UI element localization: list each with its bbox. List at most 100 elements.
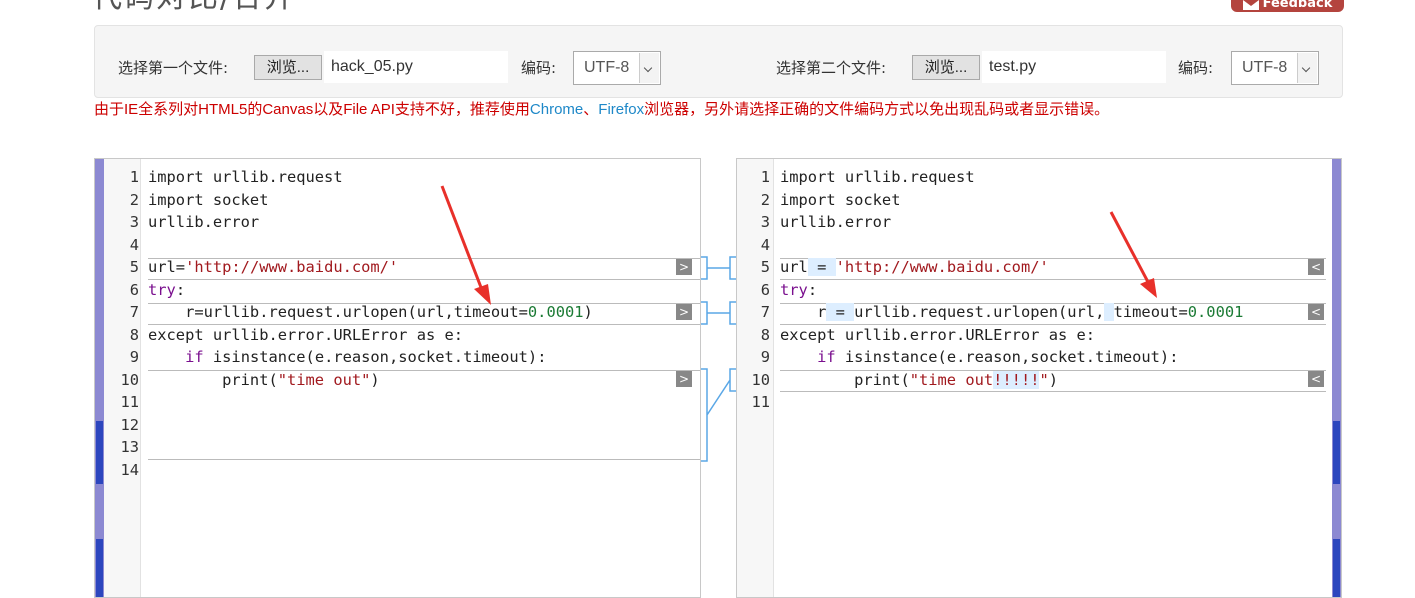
line-number: 5	[760, 258, 770, 276]
code-token: timeout=	[1113, 303, 1188, 321]
code-line: url='http://www.baidu.com/'	[148, 256, 398, 279]
line-number: 14	[120, 460, 139, 479]
firefox-link[interactable]: Firefox	[598, 101, 644, 118]
line-number: 4	[760, 235, 770, 254]
diff-connector	[701, 256, 736, 280]
inserted-text: !!!!!	[993, 370, 1040, 389]
code-token: 0.0001	[1187, 303, 1244, 321]
code-token: "	[1039, 370, 1049, 389]
file2-filename[interactable]: test.py	[982, 51, 1166, 83]
code-token: try	[148, 280, 176, 299]
right-code-pane[interactable]: 1 2 3 4 5 6 7 8 9 10 11 import urllib.re…	[736, 158, 1342, 598]
line-number: 1	[760, 168, 770, 186]
code-line: import urllib.request	[780, 168, 975, 186]
file1-filename[interactable]: hack_05.py	[324, 51, 508, 83]
browser-notice: 由于IE全系列对HTML5的Canvas以及File API支持不好，推荐使用C…	[94, 100, 1109, 120]
file1-encoding-label: 编码:	[521, 59, 557, 77]
merge-left-button[interactable]: <	[1308, 259, 1324, 275]
line-number: 3	[129, 213, 139, 231]
line-number: 2	[760, 190, 770, 209]
file1-encoding-select[interactable]: UTF-8	[573, 51, 661, 85]
code-line: urllib.error	[780, 213, 892, 231]
line-number: 12	[120, 415, 139, 434]
file2-browse-button[interactable]: 浏览...	[912, 55, 980, 80]
file1-label: 选择第一个文件:	[118, 59, 229, 77]
merge-right-button[interactable]: >	[676, 371, 692, 387]
line-number: 5	[129, 258, 139, 276]
page-title: 代码对比/合并	[92, 0, 296, 18]
merge-right-button[interactable]: >	[676, 259, 692, 275]
file2-label: 选择第二个文件:	[776, 59, 887, 77]
line-number: 10	[120, 370, 139, 389]
code-token: if	[185, 348, 204, 366]
code-token: )	[1048, 370, 1059, 389]
line-number: 1	[129, 168, 139, 186]
code-token: "time out"	[277, 370, 371, 389]
line-number: 9	[760, 348, 770, 366]
file-select-toolbar: 选择第一个文件: 浏览... hack_05.py 编码: UTF-8 选择第二…	[94, 25, 1343, 98]
file1-browse-button[interactable]: 浏览...	[254, 55, 322, 80]
inserted-text: =	[807, 258, 836, 276]
diff-connectors	[701, 256, 736, 462]
diff-marker	[1333, 421, 1340, 484]
code-token: "time out	[909, 370, 994, 389]
code-token: 'http://www.baidu.com/'	[835, 258, 1049, 276]
code-line: try:	[148, 279, 185, 302]
file1-encoding-value: UTF-8	[584, 59, 630, 76]
line-number: 9	[129, 348, 139, 366]
code-token: )	[583, 303, 593, 321]
code-line: print("time out!!!!!")	[780, 369, 1058, 392]
line-number: 6	[129, 280, 139, 299]
code-line: r=urllib.request.urlopen(url,timeout=0.0…	[148, 301, 593, 324]
code-token: :	[807, 280, 818, 299]
code-line: import urllib.request	[148, 168, 343, 186]
code-token: url=	[148, 258, 186, 276]
code-token: isinstance(e.reason,socket.timeout):	[203, 348, 547, 366]
code-token: 0.0001	[527, 303, 584, 321]
left-overview-bar[interactable]	[95, 159, 104, 597]
line-number: 7	[760, 303, 770, 321]
code-line: print("time out")	[148, 369, 380, 392]
notice-sep: 、	[583, 101, 599, 118]
code-line: r = urllib.request.urlopen(url, timeout=…	[780, 301, 1243, 324]
code-line: except urllib.error.URLError as e:	[780, 325, 1096, 344]
code-token: isinstance(e.reason,socket.timeout):	[835, 348, 1179, 366]
diff-marker	[1333, 539, 1340, 597]
code-token: )	[370, 370, 380, 389]
inserted-text	[1104, 303, 1114, 321]
line-number: 4	[129, 235, 139, 254]
line-number: 11	[751, 393, 770, 411]
right-overview-bar[interactable]	[1332, 159, 1341, 597]
feedback-button[interactable]: Feedback	[1231, 0, 1344, 12]
line-number: 10	[751, 370, 770, 389]
merge-left-button[interactable]: <	[1308, 304, 1324, 320]
code-token: print(	[148, 370, 278, 389]
code-token: url	[780, 258, 808, 276]
chrome-link[interactable]: Chrome	[530, 101, 583, 118]
code-line: except urllib.error.URLError as e:	[148, 325, 464, 344]
code-token: try	[780, 280, 808, 299]
chevron-down-icon	[639, 53, 659, 83]
left-code-pane[interactable]: 1 2 3 4 5 6 7 8 9 10 11 12 13 14 import …	[94, 158, 701, 598]
code-token: if	[817, 348, 836, 366]
code-line: import socket	[148, 190, 269, 209]
line-number: 3	[760, 213, 770, 231]
line-number: 8	[760, 325, 770, 344]
notice-text-2: 浏览器，另外请选择正确的文件编码方式以免出现乱码或者显示错误。	[644, 101, 1110, 118]
code-token: urllib.request.urlopen(url,	[854, 303, 1105, 321]
merge-right-button[interactable]: >	[676, 304, 692, 320]
file2-encoding-select[interactable]: UTF-8	[1231, 51, 1319, 85]
diff-marker	[96, 539, 103, 597]
file2-encoding-label: 编码:	[1178, 59, 1214, 77]
mail-icon	[1242, 0, 1259, 10]
code-token: r=urllib.request.urlopen(url,timeout=	[148, 303, 528, 321]
line-number: 7	[129, 303, 139, 321]
merge-left-button[interactable]: <	[1308, 371, 1324, 387]
line-number: 6	[760, 280, 770, 299]
code-line: if isinstance(e.reason,socket.timeout):	[148, 346, 546, 369]
code-token: 'http://www.baidu.com/'	[185, 258, 399, 276]
code-line: urllib.error	[148, 213, 260, 231]
inserted-text: =	[826, 303, 855, 321]
